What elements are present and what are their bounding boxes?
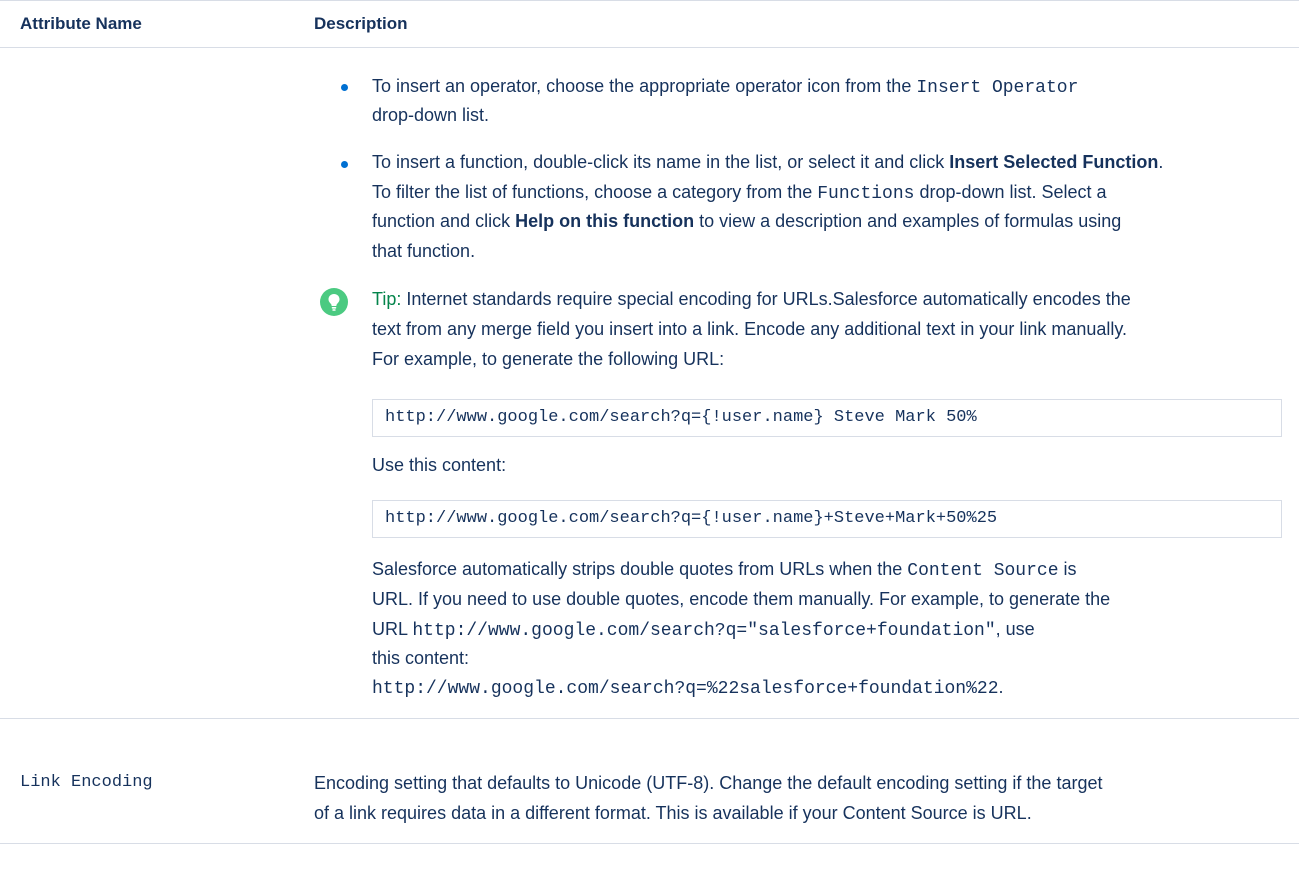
- column-header-description: Description: [314, 14, 408, 33]
- bullet-icon: [341, 84, 348, 91]
- tip-label: Tip:: [372, 289, 402, 309]
- tip-text: URL. If you need to use double quotes, e…: [372, 589, 1111, 609]
- tip-text: .: [998, 677, 1004, 697]
- bullet-text: To insert an operator, choose the approp…: [372, 76, 912, 96]
- tip-line: Salesforce automatically strips double q…: [372, 559, 1077, 581]
- code-block: http://www.google.com/search?q={!user.na…: [372, 500, 1282, 538]
- tip-line: http://www.google.com/search?q=%22salesf…: [372, 677, 1004, 699]
- tip-text: Salesforce automatically strips double q…: [372, 559, 903, 579]
- inline-code: Functions: [817, 184, 915, 204]
- ui-label-bold: Insert Selected Function: [949, 152, 1159, 172]
- bullet-line: function and click Help on this function…: [372, 211, 1121, 232]
- bullet-line: To filter the list of functions, choose …: [372, 182, 1107, 204]
- tip-text: is: [1063, 559, 1077, 579]
- inline-code: http://www.google.com/search?q=%22salesf…: [372, 679, 999, 699]
- tip-text: text from any merge field you insert int…: [372, 319, 1128, 339]
- row-divider: [0, 718, 1299, 719]
- bullet-text: To filter the list of functions, choose …: [372, 182, 813, 202]
- inline-code: Content Source: [907, 561, 1059, 581]
- row-divider: [0, 843, 1299, 844]
- attribute-name: Link Encoding: [20, 773, 153, 792]
- bullet-line: To insert a function, double-click its n…: [372, 152, 1163, 173]
- tip-text: this content:: [372, 648, 470, 668]
- tip-line: Tip: Internet standards require special …: [372, 289, 1131, 310]
- bullet-text: function and click: [372, 211, 511, 231]
- code-block: http://www.google.com/search?q={!user.na…: [372, 399, 1282, 437]
- lightbulb-icon: [320, 288, 348, 316]
- inline-code: http://www.google.com/search?q="salesfor…: [412, 621, 996, 641]
- ui-label-bold: Help on this function: [515, 211, 695, 231]
- inline-code: Insert Operator: [916, 78, 1079, 98]
- column-header-attribute-name: Attribute Name: [20, 14, 142, 33]
- tip-text: Internet standards require special encod…: [406, 289, 1131, 309]
- attribute-description: of a link requires data in a different f…: [314, 803, 1032, 823]
- bullet-text: drop-down list. Select a: [919, 182, 1107, 202]
- tip-text: URL: [372, 619, 408, 639]
- tip-text: , use: [995, 619, 1035, 639]
- punctuation: .: [1158, 152, 1164, 172]
- bullet-icon: [341, 161, 348, 168]
- tip-line: URL http://www.google.com/search?q="sale…: [372, 619, 1035, 641]
- tip-text: For example, to generate the following U…: [372, 349, 725, 369]
- bullet-text: To insert a function, double-click its n…: [372, 152, 945, 172]
- bullet-text: that function.: [372, 241, 476, 261]
- bullet-text: to view a description and examples of fo…: [699, 211, 1122, 231]
- tip-text: Use this content:: [372, 455, 507, 475]
- bullet-line: To insert an operator, choose the approp…: [372, 76, 1078, 98]
- table-header-row: Attribute Name Description: [0, 0, 1299, 48]
- bullet-text: drop-down list.: [372, 105, 490, 125]
- attribute-description: Encoding setting that defaults to Unicod…: [314, 773, 1103, 793]
